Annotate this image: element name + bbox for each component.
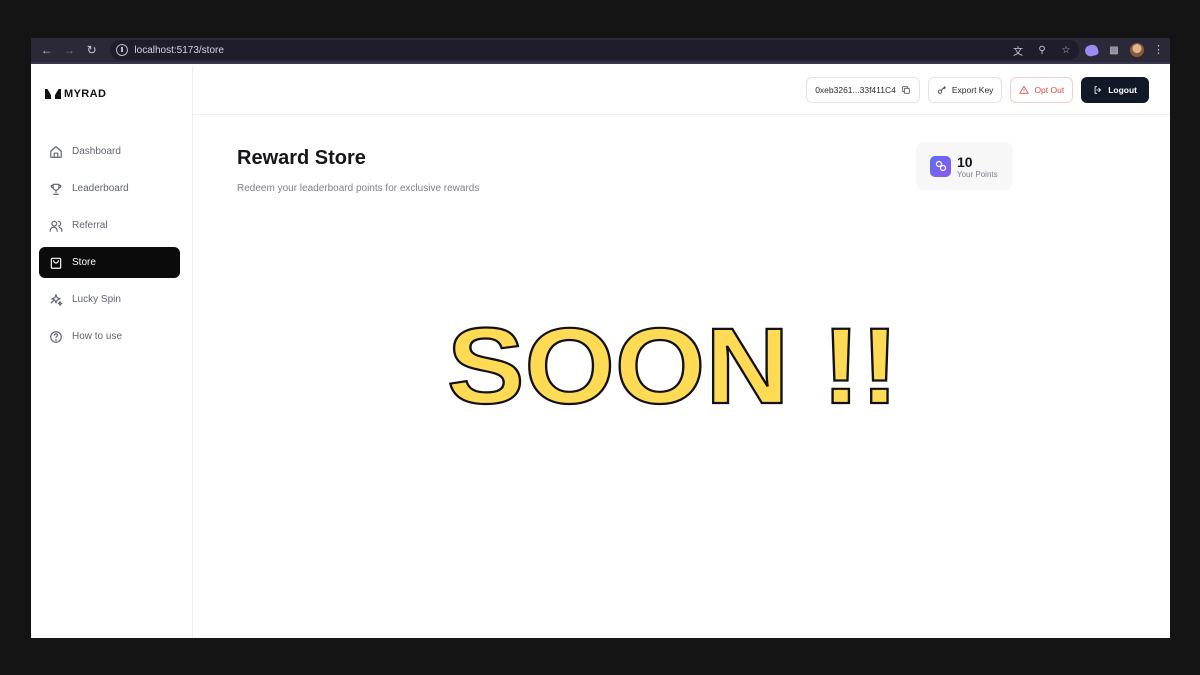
reload-icon[interactable]: ↻ — [82, 40, 101, 60]
home-icon — [49, 145, 63, 159]
extension-icon[interactable] — [1083, 43, 1100, 57]
top-bar: 0xeb3261...33f411C4 Export Key Opt Out L… — [193, 66, 1170, 115]
logo-text: MYRAD — [64, 88, 107, 100]
coming-soon-banner: SOON !! — [443, 304, 903, 427]
url-text: localhost:5173/store — [134, 44, 224, 56]
warning-triangle-icon — [1019, 85, 1030, 94]
opt-out-button[interactable]: Opt Out — [1010, 77, 1074, 103]
sidebar-item-label: How to use — [72, 331, 123, 342]
sidebar-item-store[interactable]: Store — [39, 247, 180, 278]
wallet-address: 0xeb3261...33f411C4 — [815, 85, 896, 95]
logout-icon — [1094, 86, 1102, 94]
puzzle-icon[interactable]: ▩ — [1107, 43, 1121, 57]
export-key-label: Export Key — [951, 85, 994, 95]
app-root: MYRAD Dashboard Leaderboard Referral Sto… — [31, 66, 1170, 638]
points-card: 10 Your Points — [916, 142, 1013, 190]
sidebar-nav: Dashboard Leaderboard Referral Store Luc… — [39, 136, 180, 358]
bookmark-star-icon[interactable]: ☆ — [1059, 43, 1073, 57]
brand-logo[interactable]: MYRAD — [45, 88, 106, 100]
trophy-icon — [49, 182, 63, 196]
browser-window: ← → ↻ localhost:5173/store 文 ⚲ ☆ ▩ ⋮ MYR… — [31, 38, 1170, 638]
sidebar-item-label: Dashboard — [72, 146, 121, 157]
back-icon[interactable]: ← — [37, 40, 56, 60]
points-label: Your Points — [957, 169, 998, 179]
sidebar: MYRAD Dashboard Leaderboard Referral Sto… — [31, 66, 193, 638]
sidebar-item-leaderboard[interactable]: Leaderboard — [39, 173, 180, 204]
shopping-bag-icon — [49, 256, 63, 270]
sidebar-item-label: Referral — [72, 220, 108, 231]
users-icon — [49, 219, 63, 233]
wallet-address-button[interactable]: 0xeb3261...33f411C4 — [806, 77, 920, 103]
address-bar[interactable]: localhost:5173/store 文 ⚲ ☆ — [110, 40, 1079, 60]
sidebar-item-label: Lucky Spin — [72, 294, 121, 305]
browser-toolbar: ← → ↻ localhost:5173/store 文 ⚲ ☆ ▩ ⋮ — [31, 38, 1170, 64]
logout-label: Logout — [1108, 85, 1137, 95]
coming-soon-graphic: SOON !! — [446, 304, 900, 427]
sidebar-item-how-to-use[interactable]: How to use — [39, 321, 180, 352]
sidebar-item-label: Leaderboard — [72, 183, 129, 194]
page-subtitle: Redeem your leaderboard points for exclu… — [237, 183, 480, 194]
logo-mark-icon — [45, 89, 61, 99]
sidebar-item-lucky-spin[interactable]: Lucky Spin — [39, 284, 180, 315]
header-actions: 0xeb3261...33f411C4 Export Key Opt Out L… — [806, 77, 1149, 103]
profile-avatar[interactable] — [1130, 43, 1144, 57]
help-circle-icon — [49, 330, 63, 344]
forward-icon[interactable]: → — [59, 40, 78, 60]
sidebar-item-label: Store — [72, 257, 96, 268]
points-value: 10 — [957, 153, 973, 170]
copy-icon — [902, 86, 910, 94]
site-info-icon[interactable] — [116, 44, 129, 56]
logout-button[interactable]: Logout — [1081, 77, 1149, 103]
coming-soon-text: SOON !! — [447, 305, 899, 426]
sidebar-item-dashboard[interactable]: Dashboard — [39, 136, 180, 167]
translate-icon[interactable]: 文 — [1011, 43, 1025, 58]
points-text: 10 Your Points — [957, 154, 998, 179]
export-key-button[interactable]: Export Key — [927, 77, 1003, 103]
page-title: Reward Store — [237, 147, 366, 169]
points-icon — [930, 155, 951, 177]
sidebar-item-referral[interactable]: Referral — [39, 210, 180, 241]
opt-out-label: Opt Out — [1034, 85, 1065, 95]
zoom-icon[interactable]: ⚲ — [1035, 43, 1049, 57]
sparkles-icon — [49, 293, 63, 307]
key-icon — [937, 86, 946, 94]
more-menu-icon[interactable]: ⋮ — [1153, 44, 1164, 56]
